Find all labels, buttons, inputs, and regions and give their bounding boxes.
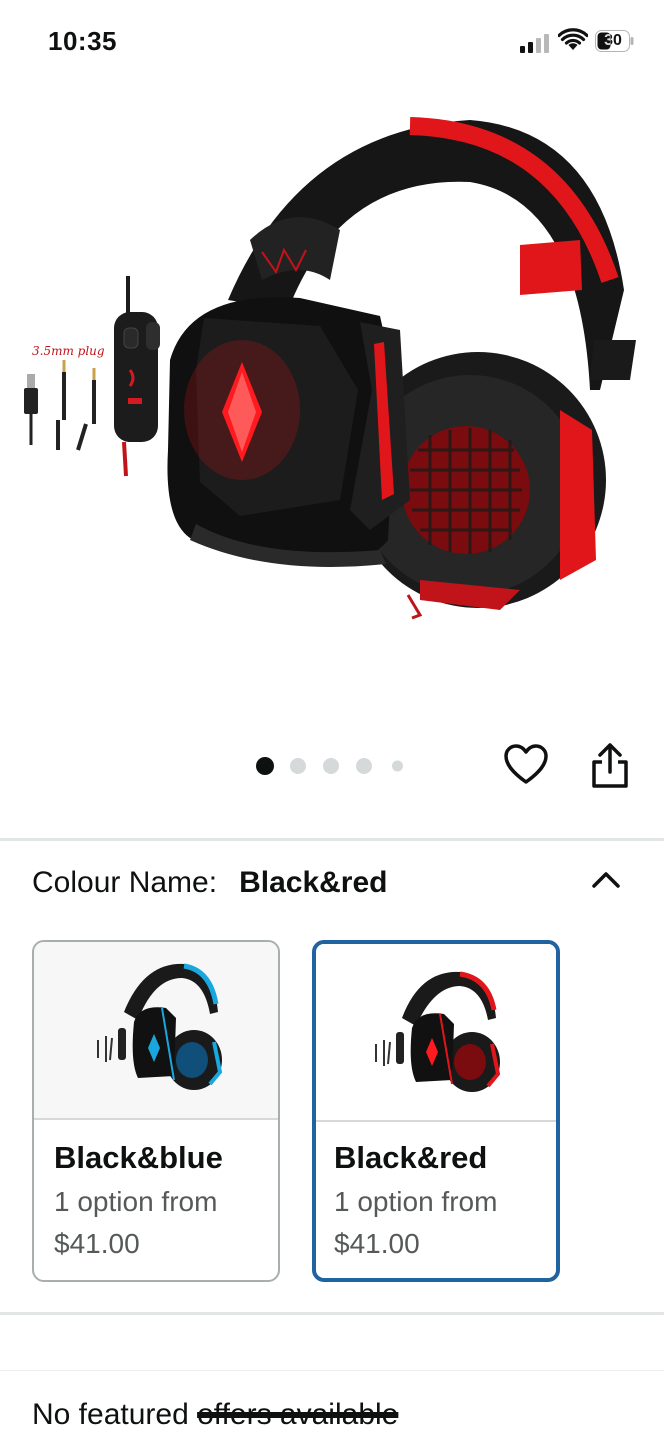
swatch-black-red[interactable]: Black&red 1 option from $41.00 xyxy=(312,940,560,1282)
carousel-dot-5[interactable] xyxy=(392,760,403,772)
cable-accessory: 3.5mm plug xyxy=(24,276,160,477)
swatch-name: Black&red xyxy=(334,1140,488,1175)
section-divider-thin xyxy=(0,1370,664,1371)
product-image[interactable]: 3.5mm plug xyxy=(0,90,664,710)
headset-illustration: 3.5mm plug xyxy=(24,117,636,620)
offers-prefix: No featured xyxy=(32,1398,198,1431)
share-button[interactable] xyxy=(588,742,632,790)
status-bar: 10:35 30 xyxy=(0,0,664,86)
collapse-variations-button[interactable] xyxy=(586,864,626,894)
variation-heading: Colour Name: Black&red xyxy=(32,866,387,900)
carousel-dot-4[interactable] xyxy=(356,758,372,774)
heart-icon xyxy=(504,744,548,784)
swatch-name: Black&blue xyxy=(54,1140,223,1175)
swatch-thumbnail xyxy=(34,942,278,1118)
offers-struck-text: offers available xyxy=(197,1398,399,1431)
variation-selected-value: Black&red xyxy=(239,866,388,899)
carousel-dot-2[interactable] xyxy=(290,758,306,774)
carousel-dot-1[interactable] xyxy=(256,757,274,775)
featured-offers-text: No featured offers available xyxy=(32,1398,398,1432)
svg-text:3.5mm plug: 3.5mm plug xyxy=(32,344,105,358)
battery-icon: 30 xyxy=(595,30,635,52)
variation-label: Colour Name: xyxy=(32,866,218,899)
favorite-button[interactable] xyxy=(502,742,550,790)
swatch-separator xyxy=(34,1118,278,1120)
swatch-availability: 1 option from xyxy=(54,1186,218,1217)
swatch-thumbnail xyxy=(316,944,556,1120)
swatch-separator xyxy=(316,1120,556,1122)
chevron-up-icon xyxy=(592,872,620,888)
wifi-icon xyxy=(558,28,588,50)
cellular-signal-icon xyxy=(520,33,550,53)
status-time: 10:35 xyxy=(48,26,117,56)
carousel-indicator[interactable] xyxy=(256,756,416,776)
battery-level: 30 xyxy=(604,32,622,49)
swatch-price: $41.00 xyxy=(334,1228,420,1259)
swatch-availability: 1 option from xyxy=(334,1186,498,1217)
left-earcup xyxy=(167,297,410,567)
carousel-dot-3[interactable] xyxy=(323,758,339,774)
swatch-price: $41.00 xyxy=(54,1228,140,1259)
share-icon xyxy=(592,743,628,788)
swatch-black-blue[interactable]: Black&blue 1 option from $41.00 xyxy=(32,940,280,1282)
section-divider xyxy=(0,1312,664,1315)
section-divider xyxy=(0,838,664,841)
